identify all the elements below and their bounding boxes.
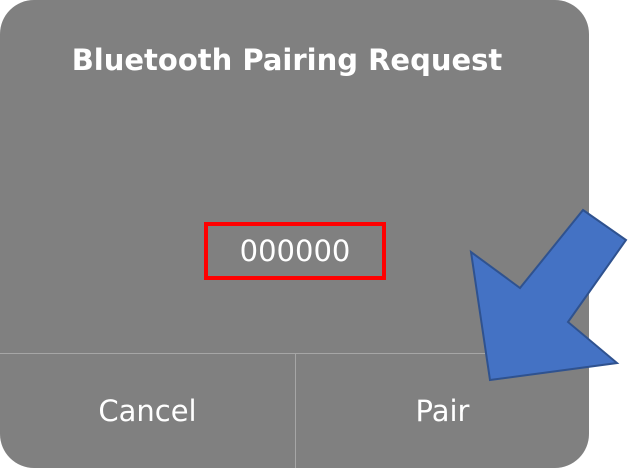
bluetooth-pairing-dialog: Bluetooth Pairing Request 000000 Cancel …: [0, 0, 589, 468]
pairing-code: 000000: [239, 234, 351, 268]
pair-button[interactable]: Pair: [296, 354, 589, 468]
dialog-title: Bluetooth Pairing Request: [71, 43, 503, 77]
pairing-code-highlight: 000000: [204, 222, 386, 280]
cancel-button[interactable]: Cancel: [0, 354, 295, 468]
